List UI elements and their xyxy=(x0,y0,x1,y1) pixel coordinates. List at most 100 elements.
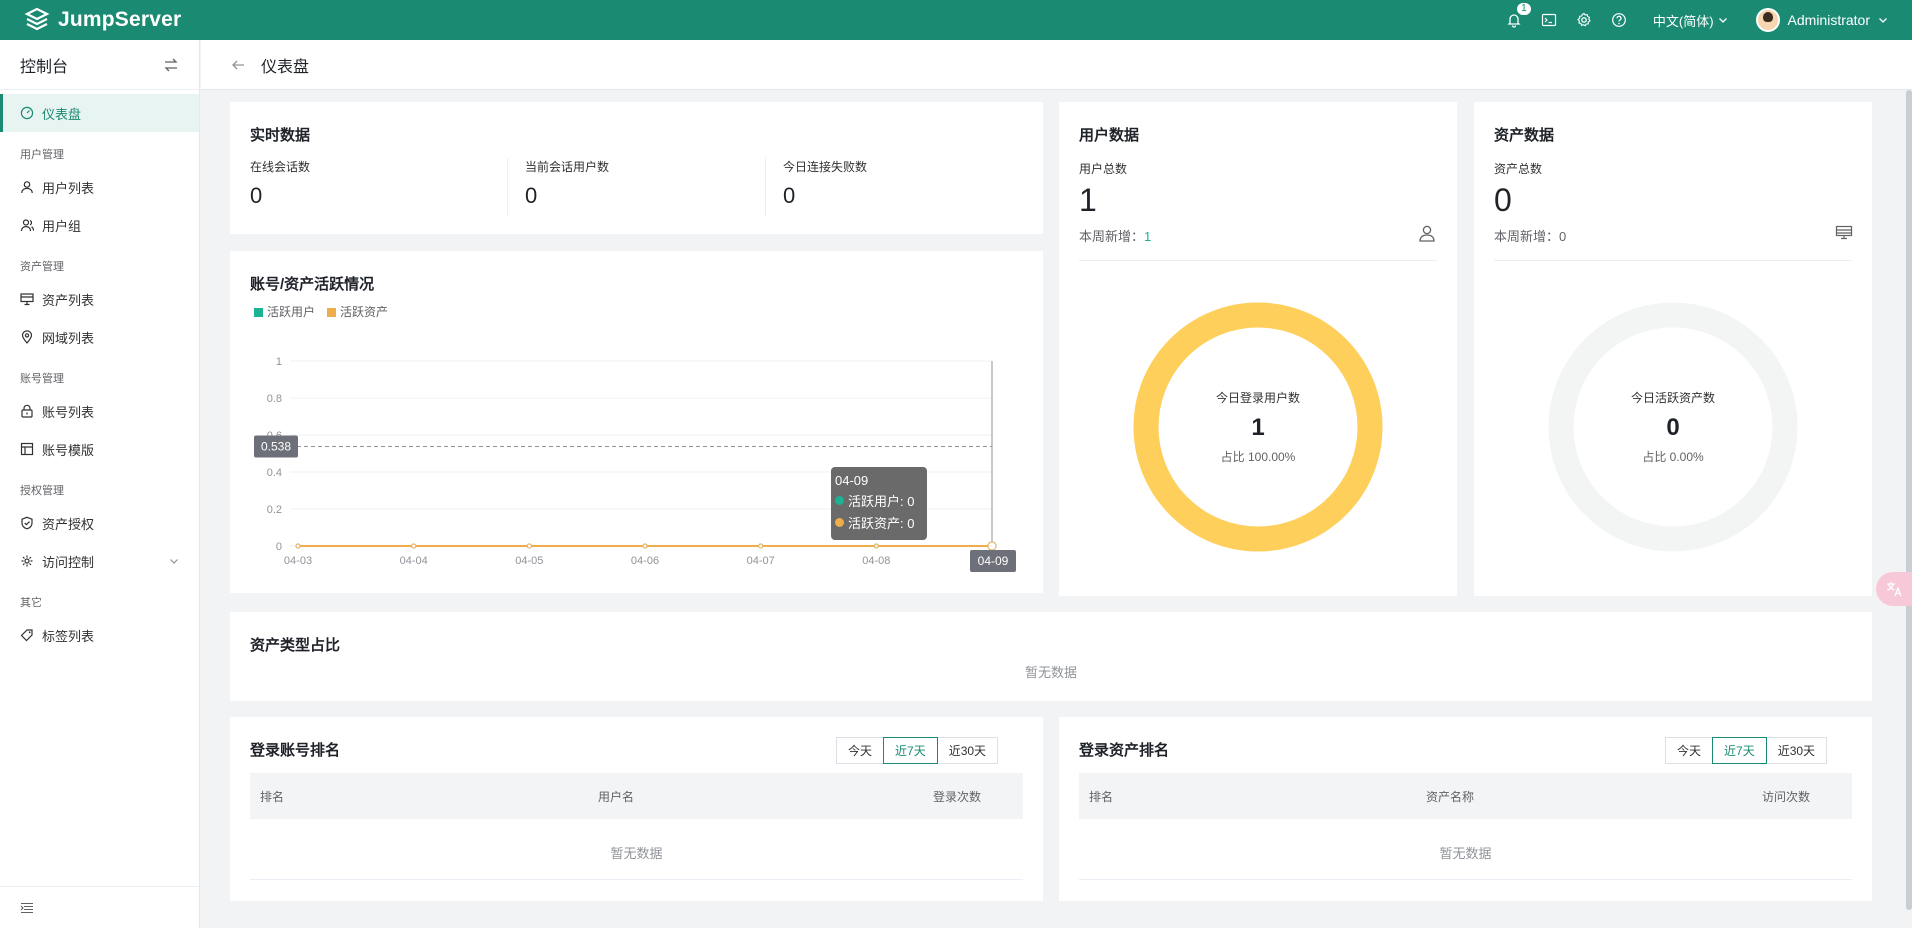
realtime-data-card: 实时数据 在线会话数 0 当前会话用户数 0 今日连接失败数 0 xyxy=(230,102,1043,234)
sidebar-item-access-control[interactable]: 访问控制 xyxy=(0,542,199,580)
sidebar-item-template[interactable]: 账号模版 xyxy=(0,430,199,468)
data-point xyxy=(642,543,648,549)
x-tick-label: 04-05 xyxy=(515,555,543,567)
dashboard-icon xyxy=(20,106,34,120)
cursor-value-label: 0.538 xyxy=(261,439,291,453)
card-title: 用户数据 xyxy=(1079,127,1140,144)
notification-button[interactable]: 1 xyxy=(1497,0,1532,40)
data-point xyxy=(758,543,764,549)
user-menu[interactable]: Administrator xyxy=(1755,8,1888,32)
tab-today[interactable]: 今天 xyxy=(1665,737,1714,764)
column-header-username[interactable]: 用户名 xyxy=(598,788,634,805)
tooltip-line: 活跃用户: 0 xyxy=(848,494,915,509)
asset-data-card: 资产数据 资产总数 0 本周新增：0 今日活跃资产数 0 占比 0.00% xyxy=(1474,102,1872,596)
empty-state: 暂无数据 xyxy=(1024,665,1077,680)
sidebar-item-location[interactable]: 网域列表 xyxy=(0,318,199,356)
sidebar-item-label: 标签列表 xyxy=(42,628,95,644)
gear-icon xyxy=(1577,12,1592,27)
data-point xyxy=(987,541,997,551)
sidebar-item-dashboard[interactable]: 仪表盘 xyxy=(0,94,199,132)
page-scrollbar[interactable] xyxy=(1906,90,1912,910)
switch-view-icon[interactable] xyxy=(163,57,179,73)
sidebar-item-shield[interactable]: 资产授权 xyxy=(0,504,199,542)
sidebar-item-tag[interactable]: 标签列表 xyxy=(0,616,199,654)
sidebar-item-label: 网域列表 xyxy=(42,330,95,346)
chevron-down-icon xyxy=(1879,18,1887,23)
sidebar-item-user[interactable]: 用户列表 xyxy=(0,168,199,206)
ring-label: 今日活跃资产数 xyxy=(1630,391,1715,405)
sidebar-item-monitor[interactable]: 资产列表 xyxy=(0,280,199,318)
column-header-login-count[interactable]: 登录次数 xyxy=(933,788,981,805)
nav-group-label: 账号管理 xyxy=(20,373,64,385)
sidebar: 控制台 仪表盘 用户管理 用户列表 用户组 资产管理 资产列表 网域列表 账号管理 账号列表 账号… xyxy=(0,40,200,928)
week-value: 0 xyxy=(1559,229,1567,244)
sidebar-item-label: 访问控制 xyxy=(42,554,95,570)
translate-button[interactable] xyxy=(1876,572,1912,606)
tooltip-row: 活跃资产: 0 xyxy=(835,513,923,532)
user-group-icon xyxy=(20,219,34,232)
column-header-visit-count[interactable]: 访问次数 xyxy=(1762,788,1810,805)
stat-value: 0 xyxy=(525,183,538,208)
avatar xyxy=(1755,8,1780,32)
data-point xyxy=(295,543,301,549)
jumpserver-logo-icon xyxy=(24,7,50,31)
ring-center: 今日活跃资产数 0 占比 0.00% xyxy=(1543,297,1803,557)
tab-30-days[interactable]: 近30天 xyxy=(1765,737,1828,764)
column-header-rank[interactable]: 排名 xyxy=(260,788,284,805)
tab-30-days[interactable]: 近30天 xyxy=(936,737,999,764)
period-tabs: 今天 近7天 近30天 xyxy=(1665,737,1828,764)
total-label: 资产总数 xyxy=(1494,162,1543,176)
translate-icon xyxy=(1887,582,1902,597)
settings-button[interactable] xyxy=(1567,0,1602,40)
tab-today[interactable]: 今天 xyxy=(836,737,885,764)
notification-badge: 1 xyxy=(1515,2,1532,16)
y-tick-label: 0 xyxy=(276,541,282,553)
divider xyxy=(1494,260,1852,261)
stat-value: 0 xyxy=(250,183,263,208)
back-arrow-icon[interactable] xyxy=(231,58,245,72)
help-button[interactable] xyxy=(1602,0,1637,40)
brand-logo[interactable]: JumpServer xyxy=(24,7,181,33)
empty-state: 暂无数据 xyxy=(610,846,663,861)
nav-group-label: 其它 xyxy=(20,597,42,609)
tab-7-days[interactable]: 近7天 xyxy=(883,737,938,764)
web-terminal-button[interactable] xyxy=(1532,0,1567,40)
data-point xyxy=(411,543,417,549)
total-label: 用户总数 xyxy=(1079,162,1128,176)
shield-icon xyxy=(21,516,33,530)
column-header-asset-name[interactable]: 资产名称 xyxy=(1426,788,1474,805)
x-tick-label: 04-03 xyxy=(284,555,312,567)
table-header: 排名 资产名称 访问次数 xyxy=(1079,773,1852,819)
stat-label: 今日连接失败数 xyxy=(783,160,868,174)
sidebar-nav: 仪表盘 用户管理 用户列表 用户组 资产管理 资产列表 网域列表 账号管理 账号列表 账号模版 授权… xyxy=(0,90,199,654)
tab-7-days[interactable]: 近7天 xyxy=(1712,737,1767,764)
activity-chart-card: 账号/资产活跃情况 活跃用户 活跃资产 00.20.40.60.8104-030… xyxy=(230,251,1043,593)
collapse-menu-icon[interactable] xyxy=(20,901,34,915)
sidebar-title: 控制台 xyxy=(20,58,69,76)
user-icon xyxy=(1419,225,1435,242)
column-header-rank[interactable]: 排名 xyxy=(1089,788,1113,805)
divider xyxy=(765,158,766,216)
chart-tooltip: 04-09 活跃用户: 0 活跃资产: 0 xyxy=(831,467,927,540)
stat-failed-connections: 今日连接失败数 0 xyxy=(783,158,867,209)
top-bar: JumpServer 1 中文(简体) Administrator xyxy=(0,0,1912,40)
access-control-icon xyxy=(21,555,33,567)
question-icon xyxy=(1612,13,1627,27)
sidebar-footer xyxy=(0,886,199,928)
tooltip-row: 活跃用户: 0 xyxy=(835,491,923,510)
activity-line-chart[interactable]: 00.20.40.60.8104-0304-0404-0504-0604-070… xyxy=(230,251,1043,593)
divider xyxy=(250,879,1023,880)
ring-value: 1 xyxy=(1251,414,1265,441)
y-tick-label: 0.2 xyxy=(267,504,282,516)
nav-group-label: 资产管理 xyxy=(20,261,64,273)
stat-label: 在线会话数 xyxy=(250,160,311,174)
sidebar-item-user-group[interactable]: 用户组 xyxy=(0,206,199,244)
sidebar-item-lock[interactable]: 账号列表 xyxy=(0,392,199,430)
divider xyxy=(507,158,508,216)
location-icon xyxy=(21,330,33,344)
stat-value: 0 xyxy=(783,183,796,208)
lock-icon xyxy=(21,404,33,418)
period-tabs: 今天 近7天 近30天 xyxy=(836,737,999,764)
language-selector[interactable]: 中文(简体) xyxy=(1653,11,1728,30)
asset-type-card: 资产类型占比 暂无数据 xyxy=(230,612,1872,701)
